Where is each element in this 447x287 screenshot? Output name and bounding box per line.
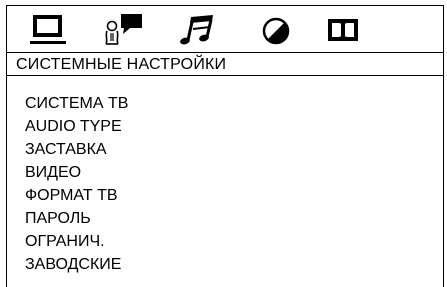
tab-bar — [7, 6, 443, 53]
menu-item-screensaver[interactable]: ЗАСТАВКА — [25, 138, 128, 161]
monitor-icon — [30, 15, 66, 44]
tab-video[interactable] — [258, 13, 304, 47]
speaker-person-icon — [105, 14, 142, 45]
menu-item-tv-system[interactable]: СИСТЕМА ТВ — [25, 92, 128, 115]
page-title: СИСТЕМНЫЕ НАСТРОЙКИ — [16, 56, 227, 73]
header-bar: СИСТЕМНЫЕ НАСТРОЙКИ — [7, 53, 443, 76]
music-note-icon — [180, 15, 213, 45]
menu-item-video[interactable]: ВИДЕО — [25, 161, 128, 184]
tab-dolby[interactable] — [325, 13, 371, 47]
menu-item-tv-format[interactable]: ФОРМАТ ТВ — [25, 184, 128, 207]
dolby-icon — [328, 19, 358, 41]
tab-system[interactable] — [29, 13, 75, 47]
menu-item-audio-type[interactable]: AUDIO TYPE — [25, 115, 128, 138]
settings-window: СИСТЕМНЫЕ НАСТРОЙКИ СИСТЕМА ТВ AUDIO TYP… — [6, 5, 444, 287]
menu-item-factory-reset[interactable]: ЗАВОДСКИЕ — [25, 253, 128, 276]
tab-audio[interactable] — [179, 13, 225, 47]
menu-item-rating[interactable]: ОГРАНИЧ. — [25, 230, 128, 253]
half-circle-icon — [262, 17, 290, 45]
tab-language[interactable] — [102, 13, 148, 47]
menu-item-password[interactable]: ПАРОЛЬ — [25, 207, 128, 230]
settings-menu: СИСТЕМА ТВ AUDIO TYPE ЗАСТАВКА ВИДЕО ФОР… — [25, 92, 128, 276]
